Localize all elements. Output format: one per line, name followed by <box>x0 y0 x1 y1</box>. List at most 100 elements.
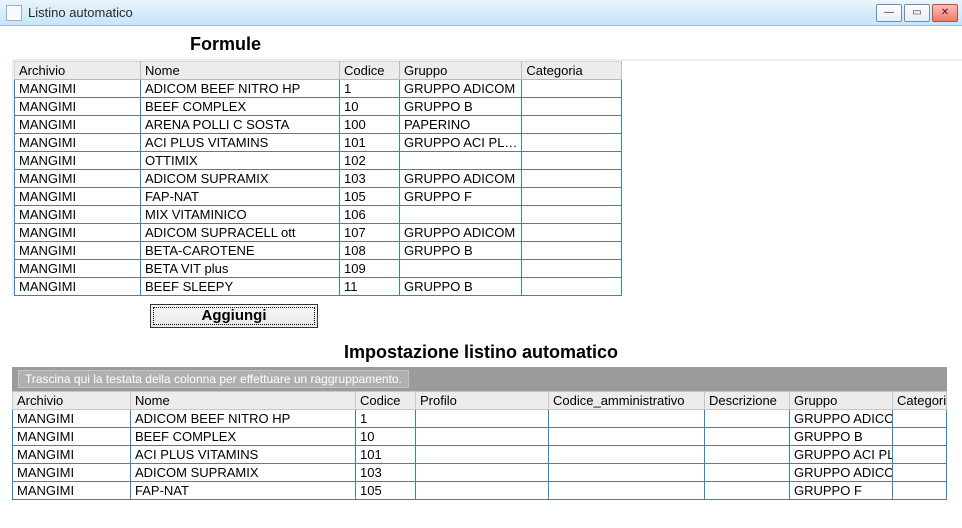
cell-categoria[interactable] <box>522 188 622 206</box>
cell-profilo[interactable] <box>416 464 549 482</box>
cell-archivio[interactable]: MANGIMI <box>15 134 141 152</box>
col2-categoria[interactable]: Categoria <box>893 392 947 410</box>
col-nome[interactable]: Nome <box>141 62 340 80</box>
cell-categoria[interactable] <box>522 170 622 188</box>
cell-archivio[interactable]: MANGIMI <box>15 206 141 224</box>
cell-profilo[interactable] <box>416 482 549 500</box>
cell-codice[interactable]: 1 <box>340 80 400 98</box>
cell-categoria[interactable] <box>522 80 622 98</box>
table-row[interactable]: MANGIMIBETA VIT plus109 <box>15 260 622 278</box>
table-row[interactable]: MANGIMIADICOM SUPRAMIX103GRUPPO ADICOM <box>15 170 622 188</box>
cell-profilo[interactable] <box>416 428 549 446</box>
table-row[interactable]: MANGIMIACI PLUS VITAMINS101GRUPPO ACI PL… <box>13 446 947 464</box>
cell-categoria[interactable] <box>522 224 622 242</box>
cell-nome[interactable]: BETA VIT plus <box>141 260 340 278</box>
cell-gruppo[interactable]: GRUPPO B <box>400 278 522 296</box>
cell-codice[interactable]: 105 <box>340 188 400 206</box>
cell-nome[interactable]: BETA-CAROTENE <box>141 242 340 260</box>
cell-codice[interactable]: 109 <box>340 260 400 278</box>
cell-archivio[interactable]: MANGIMI <box>15 260 141 278</box>
cell-codamm[interactable] <box>549 482 705 500</box>
listino-header-row[interactable]: Archivio Nome Codice Profilo Codice_ammi… <box>13 392 947 410</box>
table-row[interactable]: MANGIMIBETA-CAROTENE108GRUPPO B <box>15 242 622 260</box>
cell-codamm[interactable] <box>549 428 705 446</box>
cell-archivio[interactable]: MANGIMI <box>15 170 141 188</box>
cell-archivio[interactable]: MANGIMI <box>13 410 131 428</box>
col2-descr[interactable]: Descrizione <box>705 392 790 410</box>
col-gruppo[interactable]: Gruppo <box>400 62 522 80</box>
cell-archivio[interactable]: MANGIMI <box>15 278 141 296</box>
cell-codice[interactable]: 11 <box>340 278 400 296</box>
cell-nome[interactable]: FAP-NAT <box>131 482 356 500</box>
cell-profilo[interactable] <box>416 410 549 428</box>
cell-gruppo[interactable]: GRUPPO ADICOM <box>790 410 893 428</box>
cell-codamm[interactable] <box>549 410 705 428</box>
cell-descr[interactable] <box>705 410 790 428</box>
cell-codice[interactable]: 10 <box>340 98 400 116</box>
cell-nome[interactable]: ARENA POLLI C SOSTA <box>141 116 340 134</box>
cell-codice[interactable]: 108 <box>340 242 400 260</box>
close-button[interactable]: ✕ <box>932 4 958 22</box>
col2-profilo[interactable]: Profilo <box>416 392 549 410</box>
table-row[interactable]: MANGIMIARENA POLLI C SOSTA100PAPERINO <box>15 116 622 134</box>
cell-archivio[interactable]: MANGIMI <box>15 80 141 98</box>
cell-categoria[interactable] <box>522 134 622 152</box>
cell-codice[interactable]: 100 <box>340 116 400 134</box>
cell-nome[interactable]: ACI PLUS VITAMINS <box>141 134 340 152</box>
cell-gruppo[interactable]: GRUPPO ADICOM <box>400 170 522 188</box>
col2-archivio[interactable]: Archivio <box>13 392 131 410</box>
cell-codice[interactable]: 107 <box>340 224 400 242</box>
cell-codice[interactable]: 1 <box>356 410 416 428</box>
cell-nome[interactable]: OTTIMIX <box>141 152 340 170</box>
cell-codice[interactable]: 10 <box>356 428 416 446</box>
table-row[interactable]: MANGIMIFAP-NAT105 GRUPPO F <box>13 482 947 500</box>
table-row[interactable]: MANGIMIADICOM SUPRAMIX103GRUPPO ADICOM <box>13 464 947 482</box>
cell-categoria[interactable] <box>893 446 947 464</box>
cell-archivio[interactable]: MANGIMI <box>13 482 131 500</box>
cell-gruppo[interactable]: GRUPPO F <box>790 482 893 500</box>
cell-gruppo[interactable]: PAPERINO <box>400 116 522 134</box>
cell-nome[interactable]: ADICOM BEEF NITRO HP <box>141 80 340 98</box>
cell-archivio[interactable]: MANGIMI <box>13 446 131 464</box>
col-codice[interactable]: Codice <box>340 62 400 80</box>
cell-codice[interactable]: 105 <box>356 482 416 500</box>
cell-nome[interactable]: BEEF COMPLEX <box>141 98 340 116</box>
table-row[interactable]: MANGIMIBEEF COMPLEX10GRUPPO B <box>15 98 622 116</box>
cell-gruppo[interactable]: GRUPPO ADICOM <box>400 224 522 242</box>
table-row[interactable]: MANGIMIMIX VITAMINICO106 <box>15 206 622 224</box>
cell-codamm[interactable] <box>549 446 705 464</box>
cell-categoria[interactable] <box>893 410 947 428</box>
cell-nome[interactable]: ADICOM BEEF NITRO HP <box>131 410 356 428</box>
cell-gruppo[interactable]: GRUPPO B <box>400 242 522 260</box>
cell-nome[interactable]: FAP-NAT <box>141 188 340 206</box>
minimize-button[interactable]: — <box>876 4 902 22</box>
table-row[interactable]: MANGIMIACI PLUS VITAMINS101GRUPPO ACI PL… <box>15 134 622 152</box>
cell-categoria[interactable] <box>522 278 622 296</box>
cell-gruppo[interactable]: GRUPPO B <box>790 428 893 446</box>
cell-codice[interactable]: 101 <box>340 134 400 152</box>
col-categoria[interactable]: Categoria <box>522 62 622 80</box>
cell-codice[interactable]: 101 <box>356 446 416 464</box>
cell-archivio[interactable]: MANGIMI <box>15 188 141 206</box>
col-archivio[interactable]: Archivio <box>15 62 141 80</box>
cell-categoria[interactable] <box>893 464 947 482</box>
cell-codamm[interactable] <box>549 464 705 482</box>
cell-archivio[interactable]: MANGIMI <box>15 224 141 242</box>
cell-descr[interactable] <box>705 482 790 500</box>
cell-nome[interactable]: BEEF COMPLEX <box>131 428 356 446</box>
cell-descr[interactable] <box>705 428 790 446</box>
table-row[interactable]: MANGIMIADICOM BEEF NITRO HP1 GRUPPO ADICO… <box>13 410 947 428</box>
cell-categoria[interactable] <box>522 206 622 224</box>
formule-header-row[interactable]: Archivio Nome Codice Gruppo Categoria <box>15 62 622 80</box>
cell-archivio[interactable]: MANGIMI <box>15 98 141 116</box>
cell-nome[interactable]: ADICOM SUPRACELL ott <box>141 224 340 242</box>
cell-profilo[interactable] <box>416 446 549 464</box>
cell-gruppo[interactable]: GRUPPO ACI PL… <box>790 446 893 464</box>
cell-archivio[interactable]: MANGIMI <box>15 152 141 170</box>
cell-descr[interactable] <box>705 446 790 464</box>
cell-gruppo[interactable] <box>400 206 522 224</box>
col2-gruppo[interactable]: Gruppo <box>790 392 893 410</box>
table-row[interactable]: MANGIMIADICOM SUPRACELL ott107GRUPPO ADI… <box>15 224 622 242</box>
cell-categoria[interactable] <box>522 98 622 116</box>
cell-archivio[interactable]: MANGIMI <box>15 242 141 260</box>
